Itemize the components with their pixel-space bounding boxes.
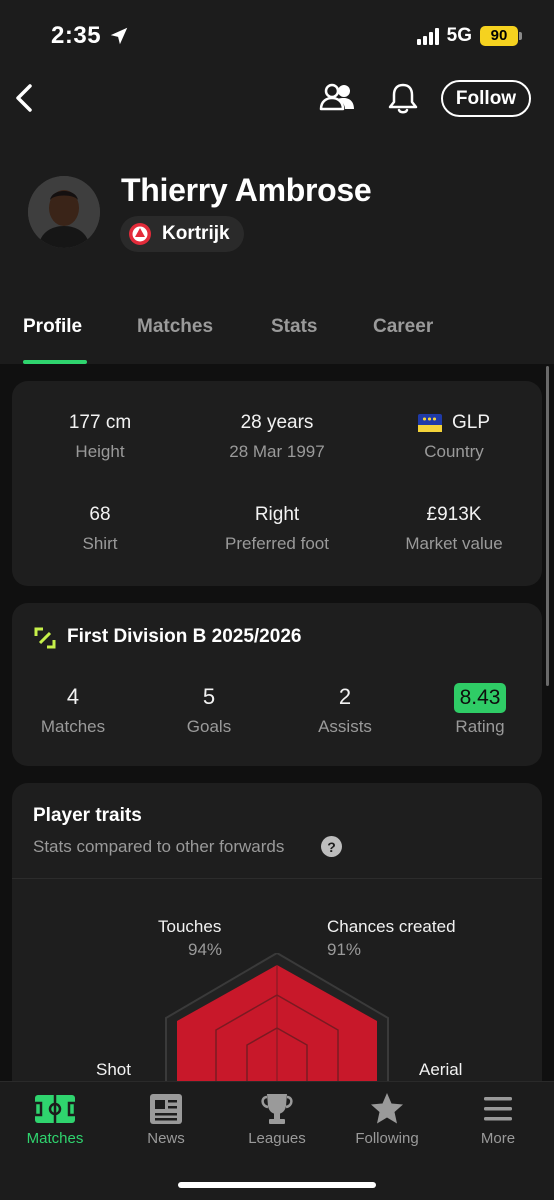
pitch-icon xyxy=(33,1095,77,1123)
tab-career[interactable]: Career xyxy=(373,316,433,338)
battery-icon: 90 xyxy=(480,26,522,46)
stat-value: 4 xyxy=(66,684,80,709)
age-cell: 28 years 28 Mar 1997 xyxy=(189,412,365,462)
foot-value: Right xyxy=(254,504,300,525)
network-type: 5G xyxy=(446,25,472,46)
bell-icon[interactable] xyxy=(386,80,420,116)
nav-following[interactable]: Following xyxy=(332,1082,442,1147)
follow-button[interactable]: Follow xyxy=(441,80,531,117)
age-value: 28 years xyxy=(240,412,314,433)
nav-matches[interactable]: Matches xyxy=(0,1082,110,1147)
league-stats-card[interactable]: First Division B 2025/2026 4 Matches 5 G… xyxy=(12,603,542,766)
league-title: First Division B 2025/2026 xyxy=(67,626,302,647)
stat-matches: 4 Matches xyxy=(13,683,133,737)
nav-news[interactable]: News xyxy=(111,1082,221,1147)
trait-label-touches: Touches xyxy=(158,917,222,936)
trait-label-aerial: Aerial xyxy=(419,1060,463,1079)
team-name: Kortrijk xyxy=(162,223,230,244)
shirt-label: Shirt xyxy=(82,534,118,553)
nav-more[interactable]: More xyxy=(443,1082,553,1147)
active-tab-indicator xyxy=(23,360,87,364)
stat-assists: 2 Assists xyxy=(285,683,405,737)
foot-label: Preferred foot xyxy=(225,534,329,553)
people-icon[interactable] xyxy=(318,80,356,116)
menu-icon xyxy=(484,1097,512,1121)
player-info-card: 177 cm Height 28 years 28 Mar 1997 GLP C… xyxy=(12,381,542,586)
stat-label: Goals xyxy=(186,717,232,736)
stat-value: 5 xyxy=(202,684,216,709)
tab-stats[interactable]: Stats xyxy=(271,316,317,338)
market-value-label: Market value xyxy=(405,534,503,553)
scrollbar[interactable] xyxy=(546,366,549,686)
player-photo xyxy=(28,176,100,248)
nav-label: Matches xyxy=(26,1130,84,1147)
star-icon xyxy=(371,1093,403,1124)
location-arrow-icon xyxy=(110,27,128,45)
market-value-cell: £913K Market value xyxy=(366,504,542,554)
rating-badge: 8.43 xyxy=(453,683,507,713)
tab-profile[interactable]: Profile xyxy=(23,316,82,338)
stat-label: Rating xyxy=(455,717,505,736)
height-label: Height xyxy=(75,442,125,461)
foot-cell: Right Preferred foot xyxy=(189,504,365,554)
nav-label: Leagues xyxy=(248,1130,306,1147)
stat-label: Assists xyxy=(318,717,372,736)
shirt-value: 68 xyxy=(89,504,111,525)
stat-rating: 8.43 Rating xyxy=(420,683,540,737)
tab-bar: Profile Matches Stats Career xyxy=(0,316,554,364)
country-value: GLP xyxy=(366,412,542,434)
player-name: Thierry Ambrose xyxy=(121,172,372,208)
help-icon[interactable]: ? xyxy=(321,836,342,857)
player-avatar xyxy=(28,176,100,248)
nav-leagues[interactable]: Leagues xyxy=(222,1082,332,1147)
trait-label-chances-created: Chances created xyxy=(327,917,456,936)
trophy-icon xyxy=(261,1094,293,1124)
trait-label-shot: Shot xyxy=(96,1060,131,1079)
country-label: Country xyxy=(424,442,484,461)
traits-title: Player traits xyxy=(33,805,142,826)
nav-label: More xyxy=(480,1130,516,1147)
stat-value: 2 xyxy=(338,684,352,709)
country-code: GLP xyxy=(451,412,491,433)
team-logo-icon xyxy=(129,223,151,245)
stat-goals: 5 Goals xyxy=(149,683,269,737)
nav-label: Following xyxy=(355,1130,419,1147)
country-flag-icon xyxy=(417,414,442,432)
tab-matches[interactable]: Matches xyxy=(137,316,213,338)
status-time: 2:35 xyxy=(51,22,102,49)
country-cell: GLP Country xyxy=(366,412,542,462)
stat-label: Matches xyxy=(40,717,106,736)
home-indicator[interactable] xyxy=(178,1182,376,1188)
height-value: 177 cm xyxy=(68,412,132,433)
nav-label: News xyxy=(147,1130,185,1147)
market-value: £913K xyxy=(426,504,482,525)
status-indicators: 5G 90 xyxy=(416,25,522,47)
shirt-cell: 68 Shirt xyxy=(12,504,188,554)
divider xyxy=(12,878,542,879)
signal-icon xyxy=(416,27,439,45)
height-cell: 177 cm Height xyxy=(12,412,188,462)
team-chip[interactable]: Kortrijk xyxy=(120,216,244,252)
league-logo-icon xyxy=(34,627,56,649)
traits-subtitle: Stats compared to other forwards xyxy=(33,837,285,856)
newspaper-icon xyxy=(150,1094,182,1124)
back-chevron-icon[interactable] xyxy=(10,82,38,114)
birth-date: 28 Mar 1997 xyxy=(229,442,325,461)
